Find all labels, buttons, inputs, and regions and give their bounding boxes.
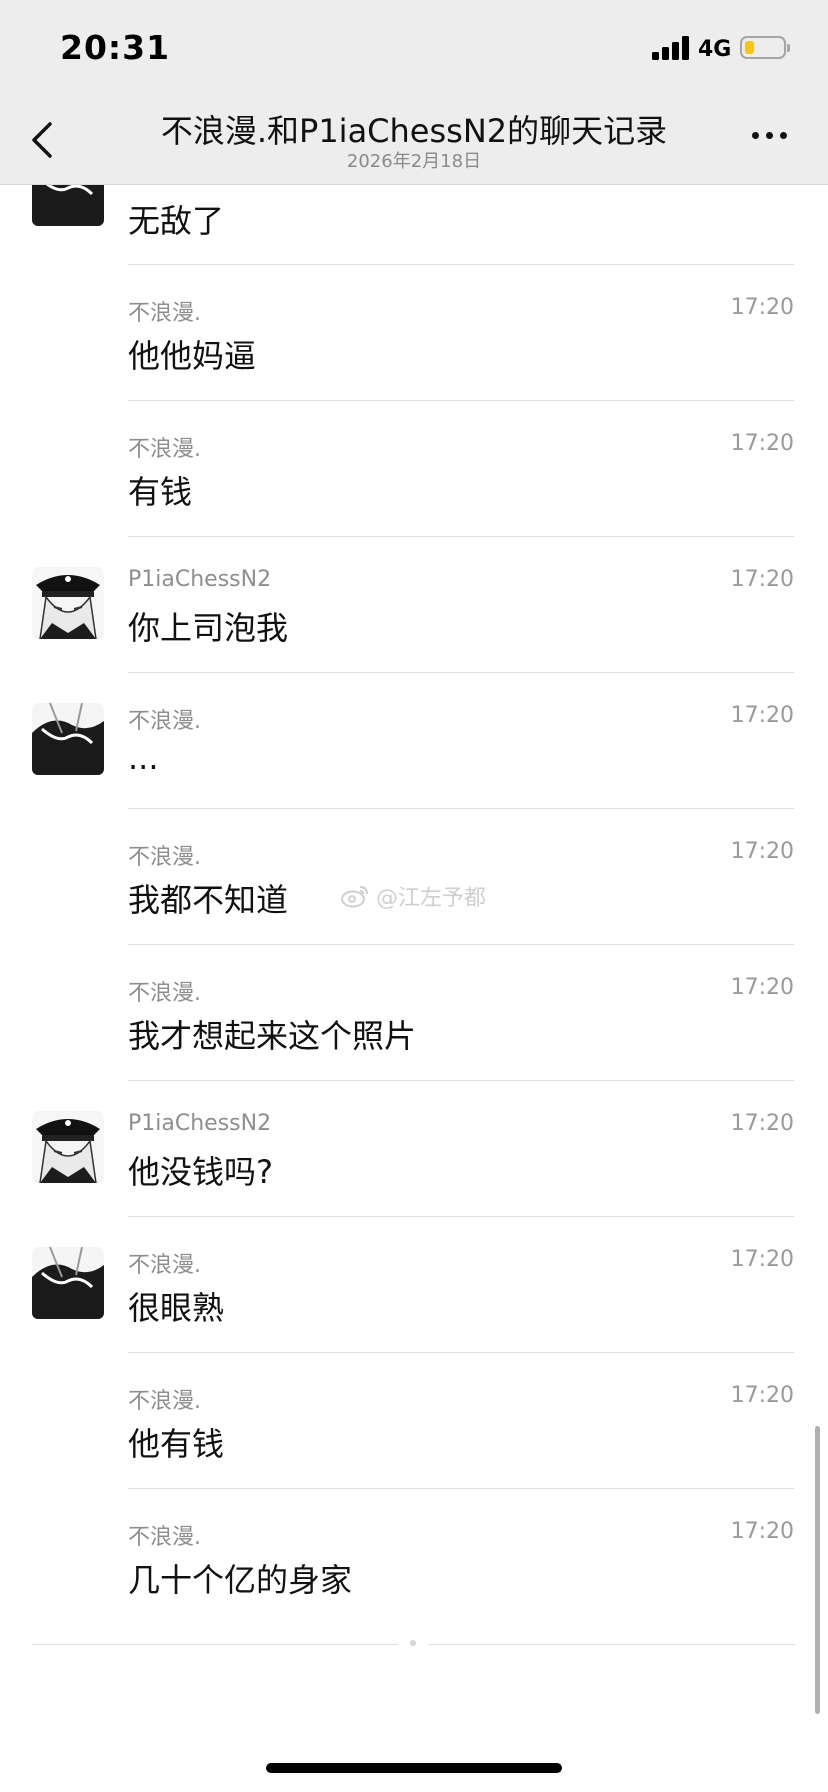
message-text: ... (128, 739, 159, 777)
sender-name: 不浪漫. (128, 1253, 201, 1278)
list-item[interactable]: 不浪漫. 17:20 有钱 (0, 401, 828, 537)
message-time: 17:20 (730, 1247, 794, 1272)
page-subtitle: 2026年2月18日 (346, 151, 482, 172)
avatar[interactable] (32, 567, 104, 639)
message-time: 17:20 (730, 431, 794, 456)
sender-name: 不浪漫. (128, 437, 201, 462)
list-item[interactable]: 不浪漫. 17:20 我都不知道 (0, 809, 828, 945)
avatar[interactable] (32, 703, 104, 775)
message-text: 几十个亿的身家 (128, 1561, 353, 1599)
chevron-left-icon (32, 122, 52, 158)
sender-name: 不浪漫. (128, 845, 201, 870)
signal-icon (652, 36, 690, 60)
chat-history-screen: 无敌了 不浪漫. 17:20 他他妈逼 不浪漫. 17:20 有钱 P1iaCh… (0, 0, 828, 1792)
sender-name: 不浪漫. (128, 301, 201, 326)
battery-icon (740, 36, 790, 59)
list-item[interactable]: 不浪漫. 17:20 我才想起来这个照片 (0, 945, 828, 1081)
watermark-text: @江左予都 (376, 886, 487, 911)
back-button[interactable] (22, 112, 66, 168)
scrollbar[interactable] (815, 1426, 820, 1714)
message-text: 无敌了 (128, 202, 225, 240)
battery-level (745, 41, 754, 54)
end-dot (410, 1640, 416, 1646)
end-divider-right (428, 1644, 796, 1645)
message-text: 有钱 (128, 473, 193, 511)
message-time: 17:20 (730, 1111, 794, 1136)
message-text: 你上司泡我 (128, 609, 289, 647)
message-text: 他他妈逼 (128, 337, 257, 375)
home-indicator[interactable] (266, 1763, 562, 1773)
list-item[interactable]: 不浪漫. 17:20 几十个亿的身家 (0, 1489, 828, 1625)
list-item[interactable]: 不浪漫. 17:20 他有钱 (0, 1353, 828, 1489)
sender-name: P1iaChessN2 (128, 567, 272, 592)
list-item[interactable]: P1iaChessN2 17:20 他没钱吗? (0, 1081, 828, 1217)
message-time: 17:20 (730, 295, 794, 320)
message-time: 17:20 (730, 703, 794, 728)
sender-name: 不浪漫. (128, 1389, 201, 1414)
message-text: 我都不知道 (128, 881, 289, 919)
status-time: 20:31 (60, 28, 171, 67)
sender-name: 不浪漫. (128, 981, 201, 1006)
avatar[interactable] (32, 1247, 104, 1319)
sender-name: P1iaChessN2 (128, 1111, 272, 1136)
avatar[interactable] (32, 1111, 104, 1183)
more-dots-icon (752, 132, 759, 139)
sender-name: 不浪漫. (128, 709, 201, 734)
weibo-icon (340, 884, 370, 914)
watermark: @江左予都 (340, 880, 486, 914)
more-button[interactable] (748, 124, 792, 148)
message-text: 他没钱吗? (128, 1153, 273, 1191)
list-item[interactable]: 不浪漫. 17:20 他他妈逼 (0, 265, 828, 401)
sender-name: 不浪漫. (128, 1525, 201, 1550)
message-time: 17:20 (730, 839, 794, 864)
message-time: 17:20 (730, 1383, 794, 1408)
network-label: 4G (698, 37, 732, 62)
message-time: 17:20 (730, 975, 794, 1000)
list-item[interactable]: 无敌了 (0, 154, 828, 265)
message-time: 17:20 (730, 1519, 794, 1544)
message-text: 我才想起来这个照片 (128, 1017, 417, 1055)
end-divider-left (32, 1644, 398, 1645)
header: 20:31 4G 不浪漫.和P1iaChessN2的聊天记录 2026年2月18… (0, 0, 828, 185)
message-time: 17:20 (730, 567, 794, 592)
list-item[interactable]: 不浪漫. 17:20 ... (0, 673, 828, 809)
message-text: 很眼熟 (128, 1289, 225, 1327)
message-text: 他有钱 (128, 1425, 225, 1463)
list-item[interactable]: P1iaChessN2 17:20 你上司泡我 (0, 537, 828, 673)
list-item[interactable]: 不浪漫. 17:20 很眼熟 (0, 1217, 828, 1353)
page-title: 不浪漫.和P1iaChessN2的聊天记录 (160, 112, 668, 150)
